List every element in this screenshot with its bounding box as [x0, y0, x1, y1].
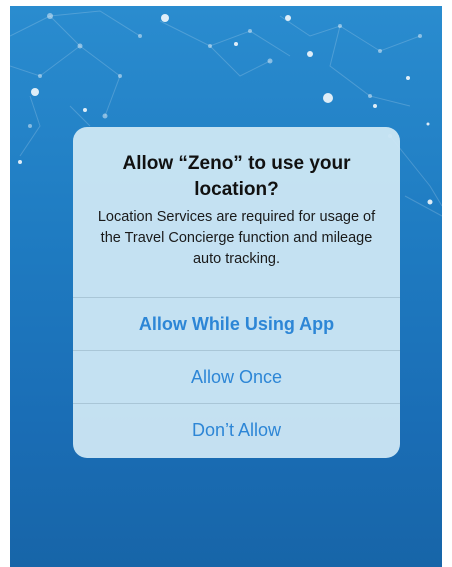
alert-header: Allow “Zeno” to use your location? Locat… — [73, 127, 400, 297]
alert-message: Location Services are required for usage… — [97, 209, 376, 267]
dont-allow-button[interactable]: Don’t Allow — [73, 403, 400, 456]
app-screen: Allow “Zeno” to use your location? Locat… — [10, 6, 442, 567]
location-permission-alert: Allow “Zeno” to use your location? Locat… — [73, 127, 400, 458]
alert-title: Allow “Zeno” to use your location? — [122, 153, 351, 200]
allow-once-button[interactable]: Allow Once — [73, 350, 400, 403]
allow-while-using-app-button[interactable]: Allow While Using App — [73, 297, 400, 350]
